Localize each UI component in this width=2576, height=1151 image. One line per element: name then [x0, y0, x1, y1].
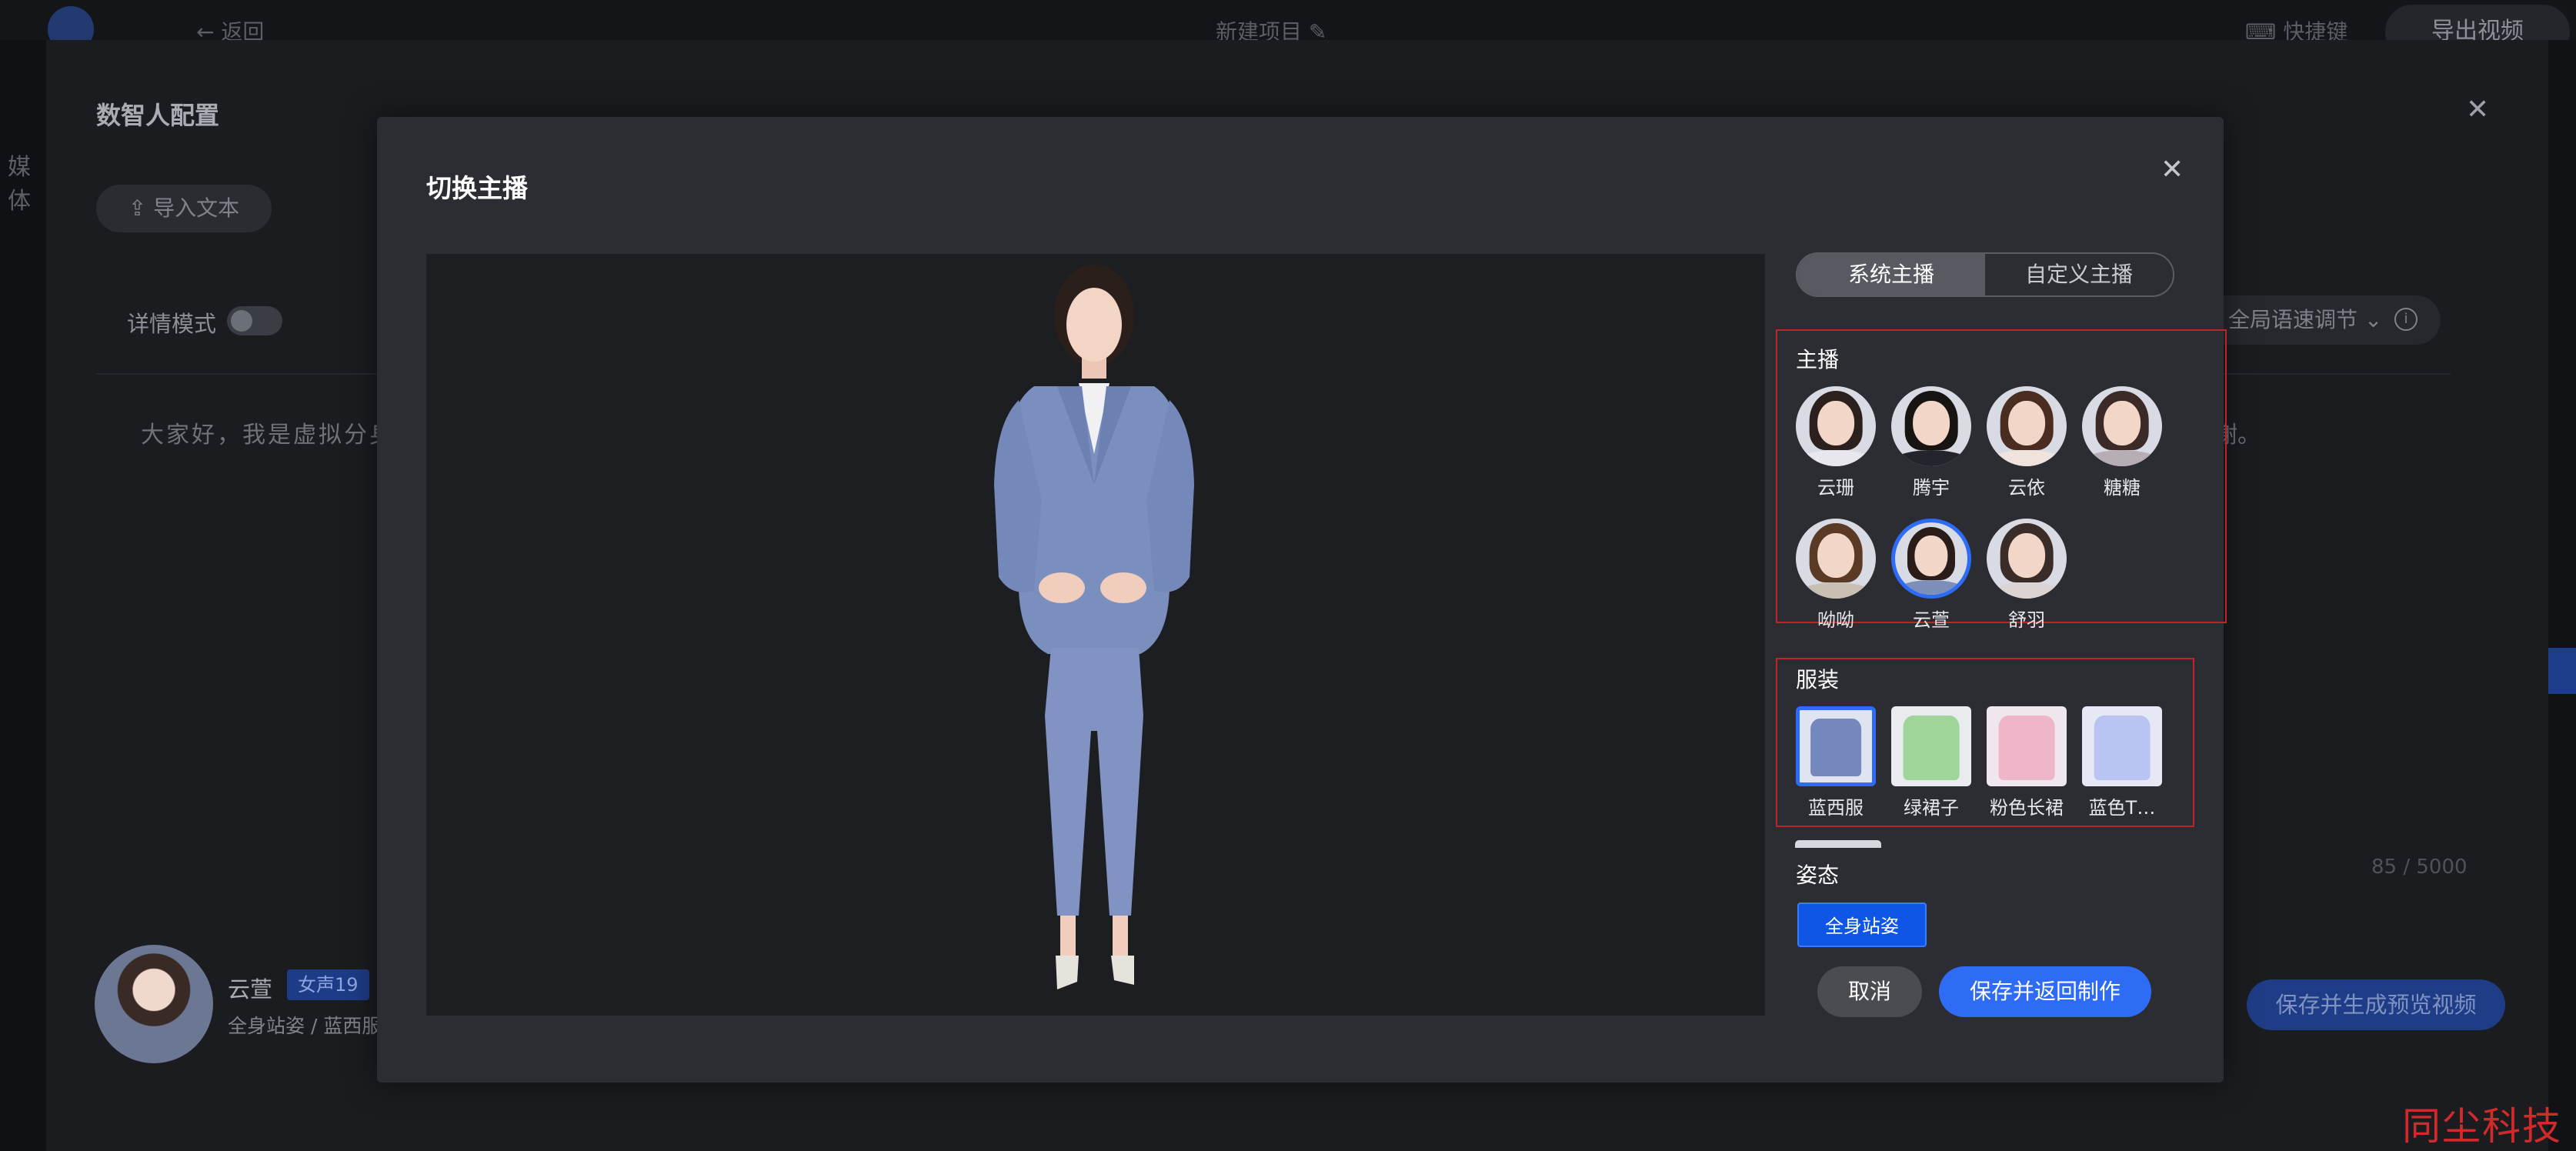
save-and-generate-preview-button[interactable]: 保存并生成预览视频	[2247, 979, 2505, 1030]
avatar-face	[2008, 400, 2045, 445]
anchor-section-label: 主播	[1796, 347, 1840, 372]
anchor-avatar[interactable]	[1891, 519, 1971, 599]
avatar-face	[2104, 400, 2141, 445]
switch-anchor-modal: 切换主播 ✕ 系统主播 自定义主播 主播 云珊 腾宇 云依 糖糖 呦呦 云萱 舒…	[377, 117, 2227, 1083]
current-anchor-name: 云萱	[228, 976, 273, 1003]
top-bar: ← 返回 新建项目 ✎ ⌨ 快捷键 导出视频	[0, 0, 2576, 58]
avatar-face	[1914, 535, 1948, 576]
anchor-name: 糖糖	[2104, 477, 2141, 499]
close-icon[interactable]: ✕	[2161, 154, 2184, 185]
clothing-section-label: 服装	[1796, 667, 1840, 692]
toggle-knob	[231, 310, 252, 332]
scroll-peek	[1795, 840, 1881, 848]
clothing-option[interactable]	[1987, 706, 2067, 786]
cancel-button[interactable]: 取消	[1817, 966, 1922, 1017]
avatar-shoulders	[1987, 450, 2067, 466]
anchor-name: 呦呦	[1817, 609, 1854, 631]
tab-system-anchor[interactable]: 系统主播	[1797, 254, 1985, 295]
anchor-name: 云珊	[1817, 477, 1854, 499]
garment-swatch	[2094, 716, 2151, 780]
char-counter: 85 / 5000	[2371, 856, 2468, 879]
detail-mode-toggle[interactable]	[227, 306, 282, 335]
tab-custom-anchor[interactable]: 自定义主播	[1985, 254, 2173, 295]
right-edge-tab[interactable]	[2548, 648, 2576, 694]
anchor-avatar[interactable]	[1796, 386, 1876, 466]
detail-mode-label: 详情模式	[127, 311, 217, 337]
sidebar-media-label[interactable]: 媒体	[8, 148, 46, 215]
anchor-avatar[interactable]	[2082, 386, 2162, 466]
current-anchor-detail: 全身站姿 / 蓝西服	[228, 1015, 382, 1037]
right-edge	[2548, 40, 2576, 1151]
import-text-button[interactable]: ⇪ 导入文本	[96, 185, 272, 232]
speed-label: 全局语速调节	[2228, 307, 2358, 332]
anchor-name: 舒羽	[2008, 609, 2045, 631]
watermark: 同尘科技	[2402, 1104, 2562, 1149]
chevron-down-icon: ⌄	[2364, 307, 2383, 332]
avatar-shoulders	[1891, 450, 1971, 466]
clothing-name: 粉色长裙	[1990, 797, 2064, 819]
anchor-name: 云依	[2008, 477, 2045, 499]
voice-badge[interactable]: 女声19	[287, 969, 369, 1000]
avatar-face	[2008, 532, 2045, 578]
avatar-shoulders	[2082, 450, 2162, 466]
anchor-avatar[interactable]	[1987, 519, 2067, 599]
anchor-type-tabs: 系统主播 自定义主播	[1796, 252, 2174, 297]
garment-swatch	[1903, 716, 1960, 780]
current-anchor-avatar[interactable]	[95, 945, 213, 1063]
clothing-name: 蓝西服	[1808, 797, 1864, 819]
config-title: 数智人配置	[96, 101, 220, 130]
import-text-label: 导入文本	[153, 195, 240, 221]
anchor-name: 云萱	[1913, 609, 1950, 631]
avatar-shoulders	[1796, 450, 1876, 466]
anchor-avatar[interactable]	[1891, 386, 1971, 466]
clothing-option[interactable]	[1891, 706, 1971, 786]
posture-full-standing-button[interactable]: 全身站姿	[1797, 902, 1927, 947]
garment-swatch	[1810, 719, 1861, 777]
anchor-figure	[994, 265, 1194, 989]
avatar-shoulders	[1987, 582, 2067, 599]
config-close-icon[interactable]: ✕	[2466, 94, 2489, 125]
clothing-name: 绿裙子	[1904, 797, 1959, 819]
upload-icon: ⇪	[128, 195, 147, 221]
anchor-avatar[interactable]	[1796, 519, 1876, 599]
anchor-name: 腾宇	[1913, 477, 1950, 499]
avatar-face	[1817, 400, 1854, 445]
garment-swatch	[1998, 716, 2055, 780]
clothing-option[interactable]	[1796, 706, 1876, 786]
left-sidebar: 媒体	[0, 40, 46, 1151]
avatar-shoulders	[1796, 582, 1876, 599]
anchor-preview	[426, 254, 1765, 1016]
save-and-return-button[interactable]: 保存并返回制作	[1939, 966, 2151, 1017]
clothing-name: 蓝色T…	[2088, 797, 2156, 819]
info-icon[interactable]: i	[2394, 308, 2418, 331]
modal-title: 切换主播	[426, 173, 528, 203]
avatar-face	[1913, 400, 1950, 445]
avatar-face	[1817, 532, 1854, 578]
script-text[interactable]: 大家好，我是虚拟分身	[141, 415, 395, 449]
anchor-avatar[interactable]	[1987, 386, 2067, 466]
posture-section-label: 姿态	[1796, 862, 1840, 888]
clothing-option[interactable]	[2082, 706, 2162, 786]
